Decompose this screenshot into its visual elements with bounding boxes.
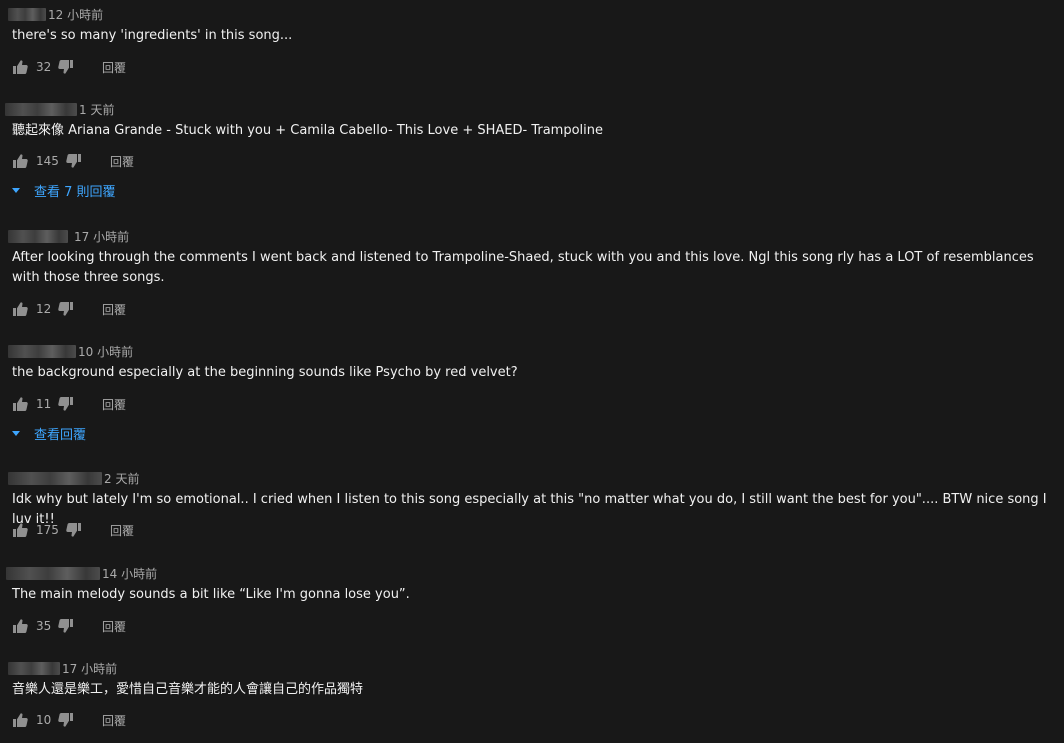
caret-down-icon bbox=[12, 430, 20, 436]
comment-actions: 12 回覆 bbox=[12, 300, 126, 318]
comment-meta: 17 小時前 bbox=[0, 660, 117, 676]
comment-actions: 32 回覆 bbox=[12, 58, 126, 76]
caret-down-icon bbox=[12, 187, 20, 193]
comment-time[interactable]: 14 小時前 bbox=[102, 565, 157, 582]
thumbs-down-icon[interactable] bbox=[58, 59, 74, 75]
author-name-blurred[interactable] bbox=[5, 102, 77, 116]
like-count: 145 bbox=[36, 154, 59, 168]
comment-meta: 17 小時前 bbox=[0, 228, 129, 244]
comment-meta: 1 天前 bbox=[0, 101, 114, 117]
reply-button[interactable]: 回覆 bbox=[102, 712, 126, 729]
view-replies-button[interactable]: 查看 7 則回覆 bbox=[10, 181, 116, 200]
comment-time[interactable]: 1 天前 bbox=[79, 101, 114, 118]
comment-time[interactable]: 12 小時前 bbox=[48, 6, 103, 23]
reply-button[interactable]: 回覆 bbox=[102, 301, 126, 318]
view-replies-button[interactable]: 查看回覆 bbox=[10, 424, 87, 443]
comment-time[interactable]: 10 小時前 bbox=[78, 343, 133, 360]
like-count: 175 bbox=[36, 523, 59, 537]
reply-button[interactable]: 回覆 bbox=[102, 59, 126, 76]
reply-button[interactable]: 回覆 bbox=[102, 618, 126, 635]
like-count: 35 bbox=[36, 619, 52, 633]
thumbs-down-icon[interactable] bbox=[58, 712, 74, 728]
comment-meta: 12 小時前 bbox=[0, 6, 103, 22]
thumbs-down-icon[interactable] bbox=[66, 522, 82, 538]
thumbs-up-icon[interactable] bbox=[12, 153, 28, 169]
reply-button[interactable]: 回覆 bbox=[102, 396, 126, 413]
comment-time[interactable]: 17 小時前 bbox=[62, 660, 117, 677]
comment-meta: 14 小時前 bbox=[0, 565, 157, 581]
comment-actions: 35 回覆 bbox=[12, 617, 126, 635]
reply-button[interactable]: 回覆 bbox=[110, 522, 134, 539]
thumbs-down-icon[interactable] bbox=[58, 618, 74, 634]
thumbs-up-icon[interactable] bbox=[12, 301, 28, 317]
like-count: 10 bbox=[36, 713, 52, 727]
comment-text: 音樂人還是樂工，愛惜自己音樂才能的人會讓自己的作品獨特 bbox=[12, 682, 364, 697]
comment-meta: 10 小時前 bbox=[0, 343, 133, 359]
comment-text: the background especially at the beginni… bbox=[12, 365, 518, 380]
comment-time[interactable]: 17 小時前 bbox=[74, 228, 129, 245]
reply-button[interactable]: 回覆 bbox=[110, 153, 134, 170]
author-name-blurred[interactable] bbox=[8, 7, 46, 21]
author-name-blurred[interactable] bbox=[8, 344, 76, 358]
comment-meta: 2 天前 bbox=[0, 470, 139, 486]
view-replies-label: 查看 7 則回覆 bbox=[34, 184, 116, 200]
thumbs-up-icon[interactable] bbox=[12, 59, 28, 75]
author-name-blurred[interactable] bbox=[8, 229, 68, 243]
comment-time[interactable]: 2 天前 bbox=[104, 470, 139, 487]
thumbs-down-icon[interactable] bbox=[58, 301, 74, 317]
like-count: 12 bbox=[36, 302, 52, 316]
thumbs-down-icon[interactable] bbox=[58, 396, 74, 412]
comment-text: there's so many 'ingredients' in this so… bbox=[12, 28, 293, 43]
comment-text: The main melody sounds a bit like “Like … bbox=[12, 587, 410, 602]
comment-text: Idk why but lately I'm so emotional.. I … bbox=[12, 492, 1047, 527]
comment-actions: 175 回覆 bbox=[12, 521, 134, 539]
author-name-blurred[interactable] bbox=[8, 661, 60, 675]
thumbs-up-icon[interactable] bbox=[12, 522, 28, 538]
comment-text: 聽起來像 Ariana Grande - Stuck with you + Ca… bbox=[12, 123, 603, 138]
comment-actions: 10 回覆 bbox=[12, 711, 126, 729]
like-count: 32 bbox=[36, 60, 52, 74]
thumbs-up-icon[interactable] bbox=[12, 618, 28, 634]
view-replies-label: 查看回覆 bbox=[34, 427, 87, 443]
author-name-blurred[interactable] bbox=[6, 566, 100, 580]
comment-text: After looking through the comments I wen… bbox=[12, 250, 1034, 285]
thumbs-down-icon[interactable] bbox=[66, 153, 82, 169]
comment-actions: 145 回覆 bbox=[12, 152, 134, 170]
comment-actions: 11 回覆 bbox=[12, 395, 126, 413]
thumbs-up-icon[interactable] bbox=[12, 712, 28, 728]
author-name-blurred[interactable] bbox=[8, 471, 102, 485]
thumbs-up-icon[interactable] bbox=[12, 396, 28, 412]
like-count: 11 bbox=[36, 397, 52, 411]
